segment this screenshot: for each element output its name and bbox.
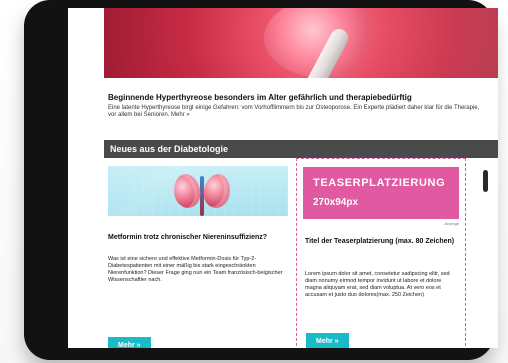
kidney-image — [108, 166, 288, 216]
article-more-link[interactable]: Mehr » — [171, 112, 190, 118]
article-teaser-text: Eine latente Hyperthyreose birgt einige … — [108, 105, 480, 118]
tablet-screen: Beginnende Hyperthyreose besonders im Al… — [68, 8, 498, 348]
right-card-title[interactable]: Titel der Teaserplatzierung (max. 80 Zei… — [305, 237, 455, 246]
hero-image — [104, 8, 498, 78]
left-card-text: Was ist eine sichere und effektive Metfo… — [108, 256, 283, 283]
left-card-title[interactable]: Metformin trotz chronischer Niereninsuff… — [108, 233, 288, 242]
left-more-button[interactable]: Mehr » — [108, 337, 151, 348]
article-teaser: Eine latente Hyperthyreose birgt einige … — [108, 105, 488, 119]
teaser-line1: TEASERPLATZIERUNG — [313, 177, 446, 189]
ad-label: Anzeige — [444, 221, 459, 226]
article-title[interactable]: Beginnende Hyperthyreose besonders im Al… — [108, 93, 488, 103]
right-card-text: Lorem ipsum dolor sit amet, consetetur s… — [305, 271, 450, 298]
tablet-device: Beginnende Hyperthyreose besonders im Al… — [24, 0, 498, 360]
teaser-placeholder[interactable]: TEASERPLATZIERUNG 270x94px — [303, 167, 459, 219]
teaser-line2: 270x94px — [313, 197, 359, 208]
right-more-button[interactable]: Mehr » — [306, 333, 349, 348]
stage: Beginnende Hyperthyreose besonders im Al… — [0, 0, 508, 363]
left-card[interactable]: Metformin trotz chronischer Niereninsuff… — [108, 166, 288, 348]
section-header: Neues aus der Diabetologie — [104, 140, 498, 158]
hero-overlay — [104, 8, 498, 78]
right-card[interactable]: TEASERPLATZIERUNG 270x94px Anzeige Titel… — [296, 158, 466, 348]
featured-article[interactable]: Beginnende Hyperthyreose besonders im Al… — [108, 93, 488, 119]
